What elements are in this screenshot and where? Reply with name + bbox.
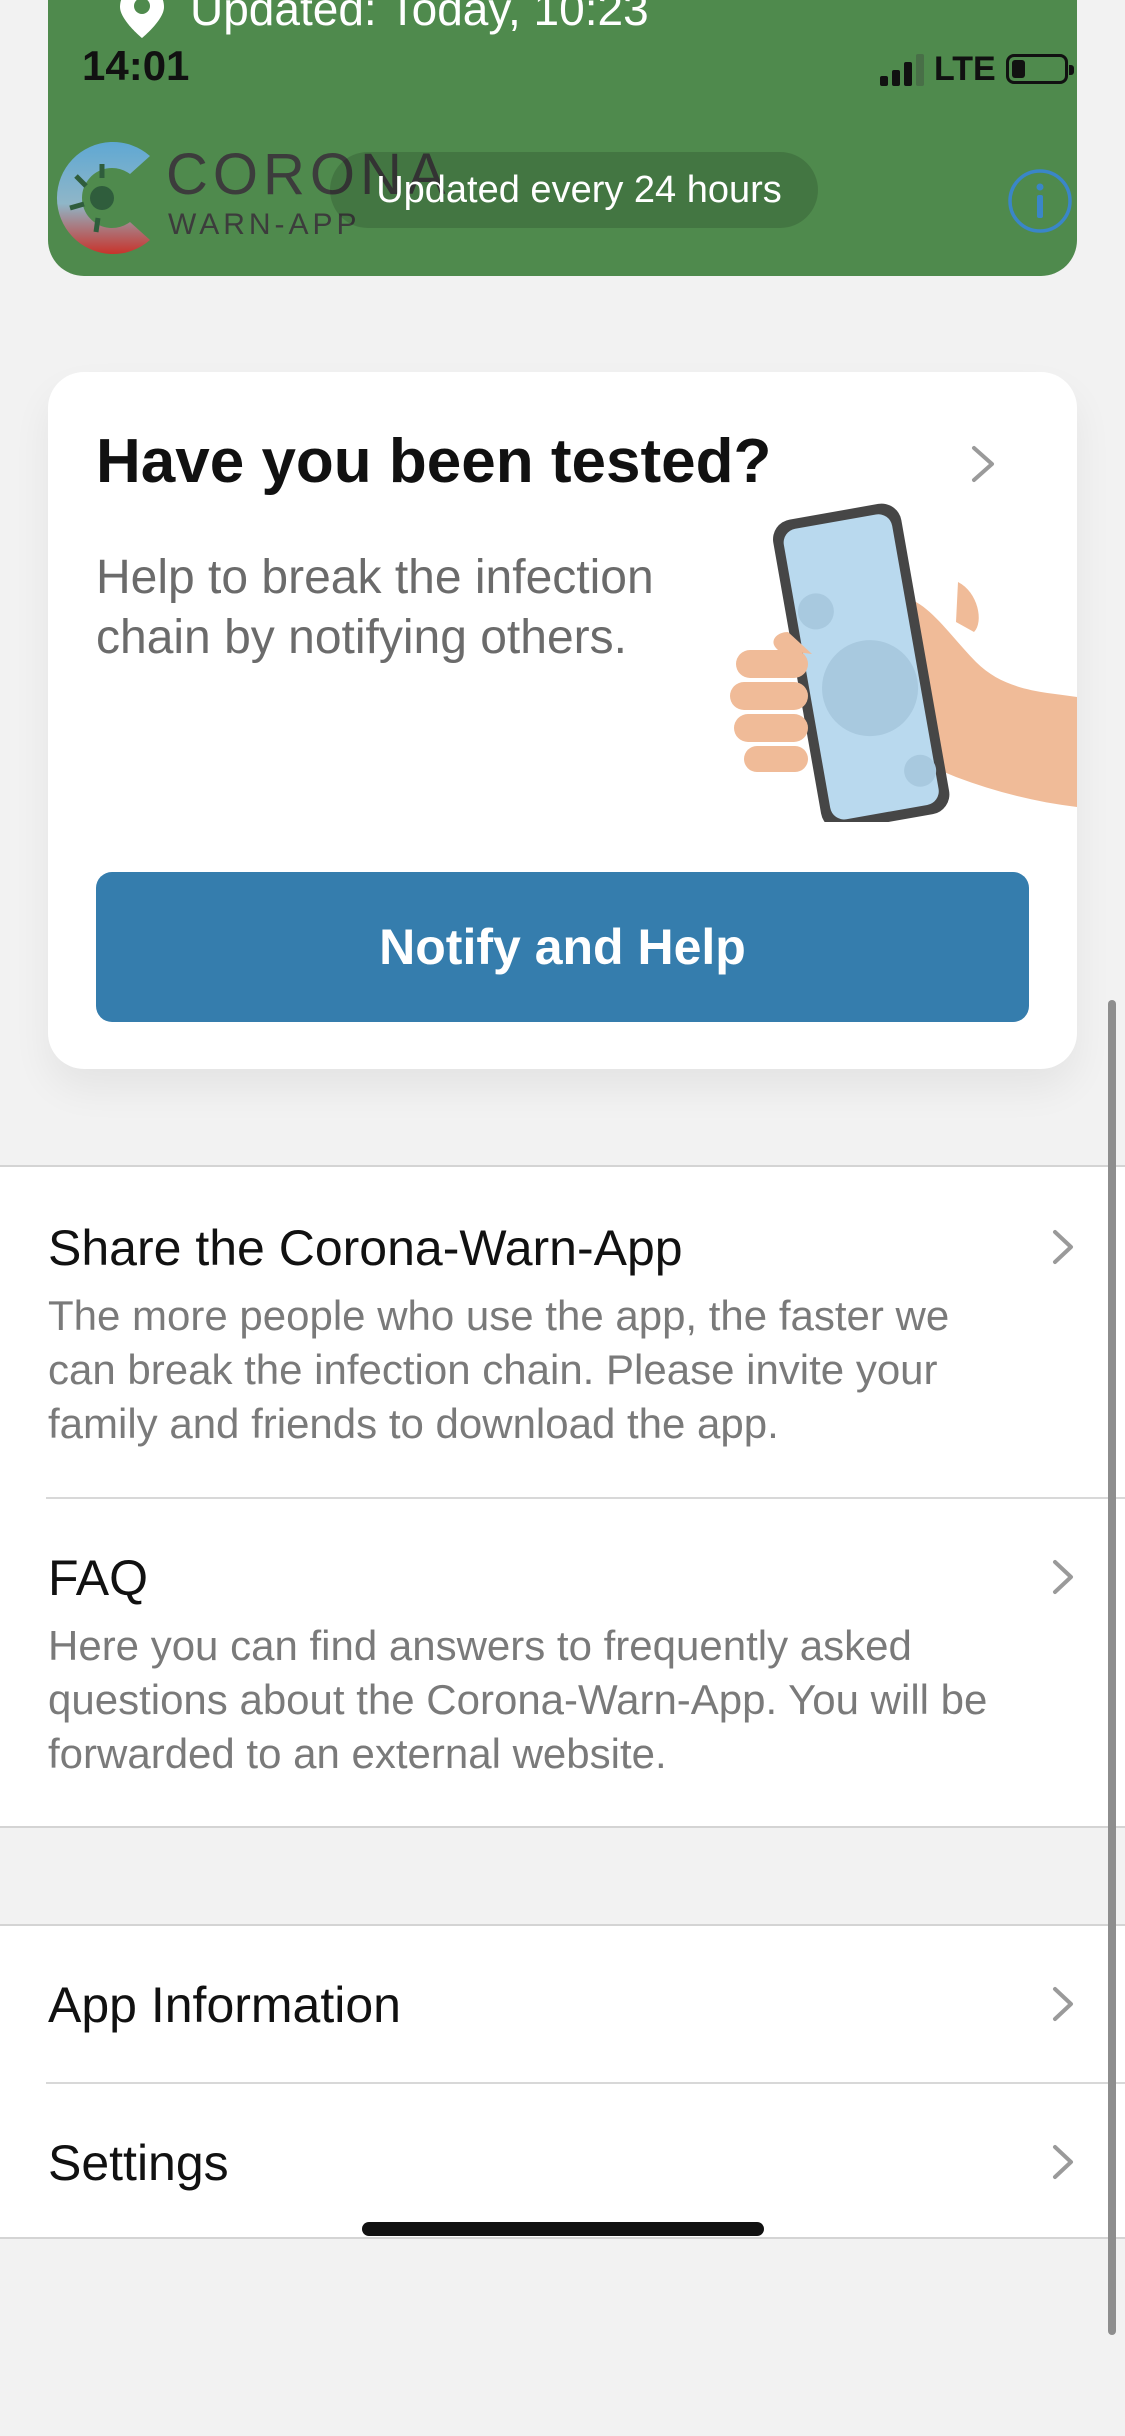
share-app-description: The more people who use the app, the fas… [48,1292,950,1447]
update-interval-badge: Updated every 24 hours [330,152,818,228]
list-item-settings[interactable]: Settings [0,2084,1125,2239]
status-indicators: LTE [880,46,1080,92]
signal-icon [880,52,924,86]
battery-icon [1005,54,1074,84]
faq-description: Here you can find answers to frequently … [48,1622,988,1777]
chevron-right-icon [1053,1560,1073,1594]
risk-updated-text: Updated: Today, 10:23 [190,0,649,35]
test-result-card[interactable]: Have you been tested? Help to break the … [48,372,1077,1069]
chevron-right-icon [972,446,994,482]
list-item-faq[interactable]: FAQ Here you can find answers to frequen… [0,1499,1125,1828]
list-item-app-information[interactable]: App Information [0,1926,1125,2082]
corona-warn-app-logo-icon [56,142,150,254]
list-item-share-app[interactable]: Share the Corona-Warn-App The more peopl… [0,1167,1125,1497]
app-information-title: App Information [48,1977,401,2033]
home-indicator[interactable] [362,2222,764,2236]
chevron-right-icon [1053,2145,1073,2179]
chevron-right-icon [1053,1230,1073,1264]
chevron-right-icon [1053,1987,1073,2021]
status-time: 14:01 [82,42,190,89]
info-icon[interactable] [1007,168,1073,234]
share-app-title: Share the Corona-Warn-App [48,1220,683,1276]
hand-holding-phone-illustration [730,503,1077,822]
logo-subtitle: WARN-APP [168,208,361,241]
test-card-description: Help to break the infection chain by not… [96,551,654,664]
scrollbar[interactable] [1108,1000,1116,2335]
faq-title: FAQ [48,1550,149,1606]
notify-and-help-button[interactable]: Notify and Help [96,872,1029,1022]
location-pin-icon [120,0,164,38]
test-card-title: Have you been tested? [96,427,772,496]
network-type: LTE [934,49,996,88]
settings-title: Settings [48,2135,229,2191]
settings-list-section: App Information Settings [0,1924,1125,2239]
info-list-section: Share the Corona-Warn-App The more peopl… [0,1165,1125,1828]
